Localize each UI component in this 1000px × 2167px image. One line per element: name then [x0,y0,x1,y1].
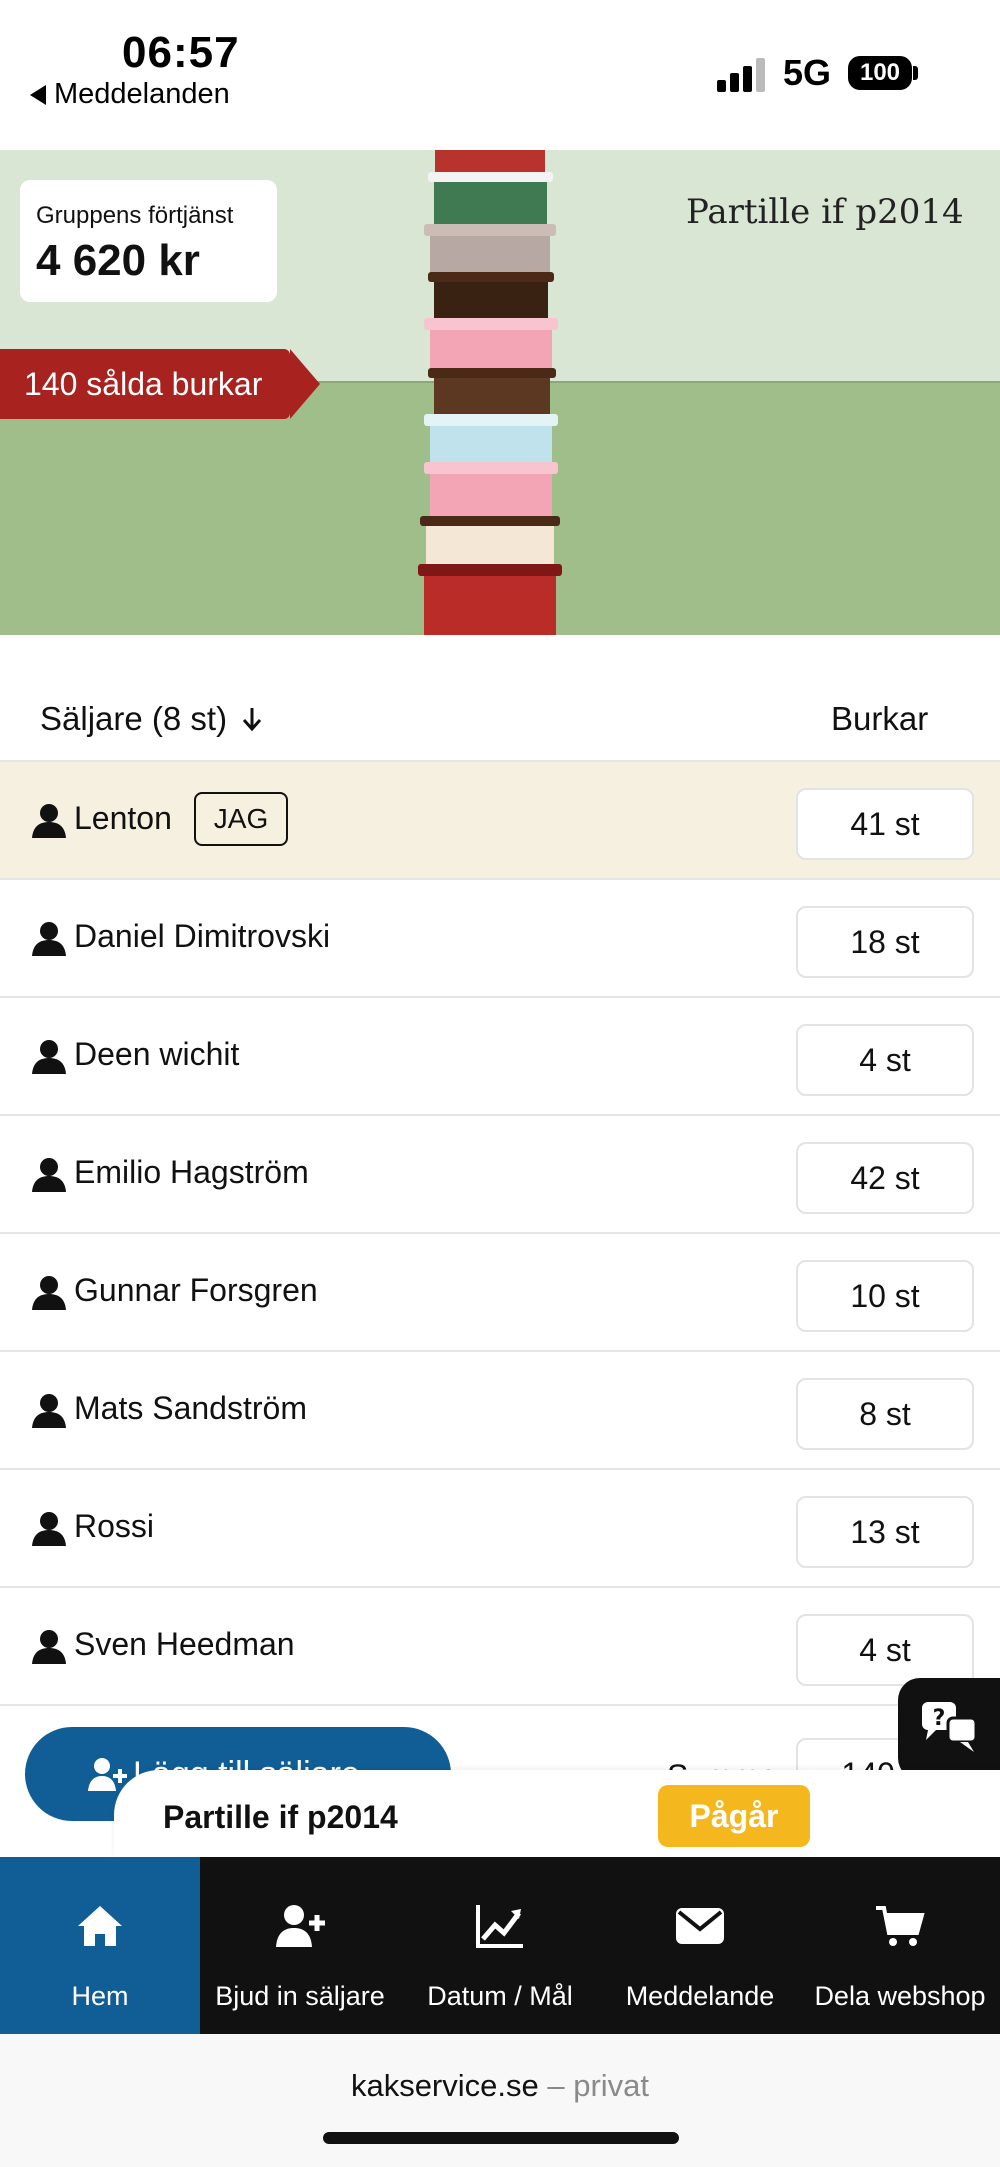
seller-name: Daniel Dimitrovski [74,918,331,954]
seller-jar-count[interactable]: 8 st [796,1378,974,1450]
person-icon [32,1158,66,1192]
browser-domain: kakservice.se [350,2068,539,2103]
browser-address-bar[interactable]: kakservice.se – privat [0,2034,1000,2167]
nav-home[interactable]: Hem [0,1857,200,2034]
row-divider [0,1704,1000,1706]
cart-icon [876,1906,925,1946]
seller-row[interactable]: Daniel Dimitrovski 18 st [0,880,1000,996]
add-person-icon [276,1905,325,1947]
nav-message-label: Meddelande [625,1981,775,2011]
signal-icon [717,58,765,92]
support-chat-button[interactable]: ? [898,1678,1000,1780]
person-icon [32,1040,66,1074]
campaign-name: Partille if p2014 [163,1799,398,1835]
seller-name: Gunnar Forsgren [74,1272,318,1308]
back-to-app-link[interactable]: Meddelanden [30,78,230,111]
seller-name: Rossi [74,1508,155,1544]
nav-date-goal[interactable]: Datum / Mål [400,1857,600,2034]
seller-row[interactable]: Rossi 13 st [0,1470,1000,1586]
sellers-header-label: Säljare (8 st) [40,700,228,737]
battery-nub [913,66,918,80]
nav-message[interactable]: Meddelande [600,1857,800,2034]
home-icon [78,1906,122,1946]
seller-jar-count[interactable]: 13 st [796,1496,974,1568]
seller-jar-count[interactable]: 4 st [796,1024,974,1096]
network-label: 5G [783,52,832,93]
cookie-jar-stack-illustration [418,150,562,635]
group-earnings-card: Gruppens förtjänst 4 620 kr [20,180,277,302]
seller-name: Deen wichit [74,1036,240,1072]
group-earnings-value: 4 620 kr [36,236,200,285]
seller-jar-count[interactable]: 18 st [796,906,974,978]
seller-name: Lenton [74,800,172,836]
seller-row[interactable]: Mats Sandström 8 st [0,1352,1000,1468]
hero-banner: Gruppens förtjänst 4 620 kr Partille if … [0,150,1000,635]
person-icon [32,1276,66,1310]
group-name: Partille if p2014 [686,192,964,232]
me-badge: JAG [194,792,288,846]
svg-text:?: ? [933,1706,946,1731]
person-icon [32,922,66,956]
campaign-status-badge: Pågår [658,1785,810,1847]
nav-share-webshop[interactable]: Dela webshop [800,1857,1000,2034]
seller-name: Mats Sandström [74,1390,307,1426]
person-icon [32,804,66,838]
browser-url: kakservice.se – privat [0,2068,1000,2104]
back-arrow-icon [30,84,46,105]
chat-question-icon: ? [922,1702,978,1752]
sellers-column-header[interactable]: Säljare (8 st) [40,700,263,738]
nav-home-label: Hem [71,1981,129,2011]
group-earnings-label: Gruppens förtjänst [36,202,234,229]
back-app-label: Meddelanden [54,78,230,110]
seller-jar-count[interactable]: 41 st [796,788,974,860]
seller-jar-count[interactable]: 4 st [796,1614,974,1686]
nav-date-goal-label: Datum / Mål [427,1981,573,2011]
jars-column-header: Burkar [831,700,929,737]
sold-jars-tag: 140 sålda burkar [0,349,290,419]
seller-jar-count[interactable]: 42 st [796,1142,974,1214]
person-icon [32,1394,66,1428]
envelope-icon [676,1908,724,1944]
status-time: 06:57 [122,28,240,77]
seller-name: Emilio Hagström [74,1154,309,1190]
battery-icon: 100 [848,56,912,90]
person-icon [32,1512,66,1546]
seller-row[interactable]: Emilio Hagström 42 st [0,1116,1000,1232]
status-bar: 06:57 Meddelanden 5G 100 [0,0,1000,150]
seller-row[interactable]: Gunnar Forsgren 10 st [0,1234,1000,1350]
person-icon [32,1630,66,1664]
seller-row[interactable]: Sven Heedman 4 st [0,1588,1000,1704]
seller-jar-count[interactable]: 10 st [796,1260,974,1332]
nav-invite-sellers[interactable]: Bjud in säljare [200,1857,400,2034]
sort-arrow-down-icon [242,708,262,732]
chart-icon [476,1905,523,1948]
browser-mode: – privat [547,2068,650,2103]
seller-name: Sven Heedman [74,1626,295,1662]
seller-row[interactable]: Deen wichit 4 st [0,998,1000,1114]
nav-invite-label: Bjud in säljare [215,1981,385,2011]
sold-jars-tag-arrow [290,349,320,419]
nav-share-label: Dela webshop [814,1981,986,2011]
seller-row[interactable]: Lenton JAG 41 st [0,762,1000,878]
bottom-navigation: Hem Bjud in säljare Datum / Mål Meddelan… [0,1857,1000,2034]
home-indicator[interactable] [323,2132,679,2144]
